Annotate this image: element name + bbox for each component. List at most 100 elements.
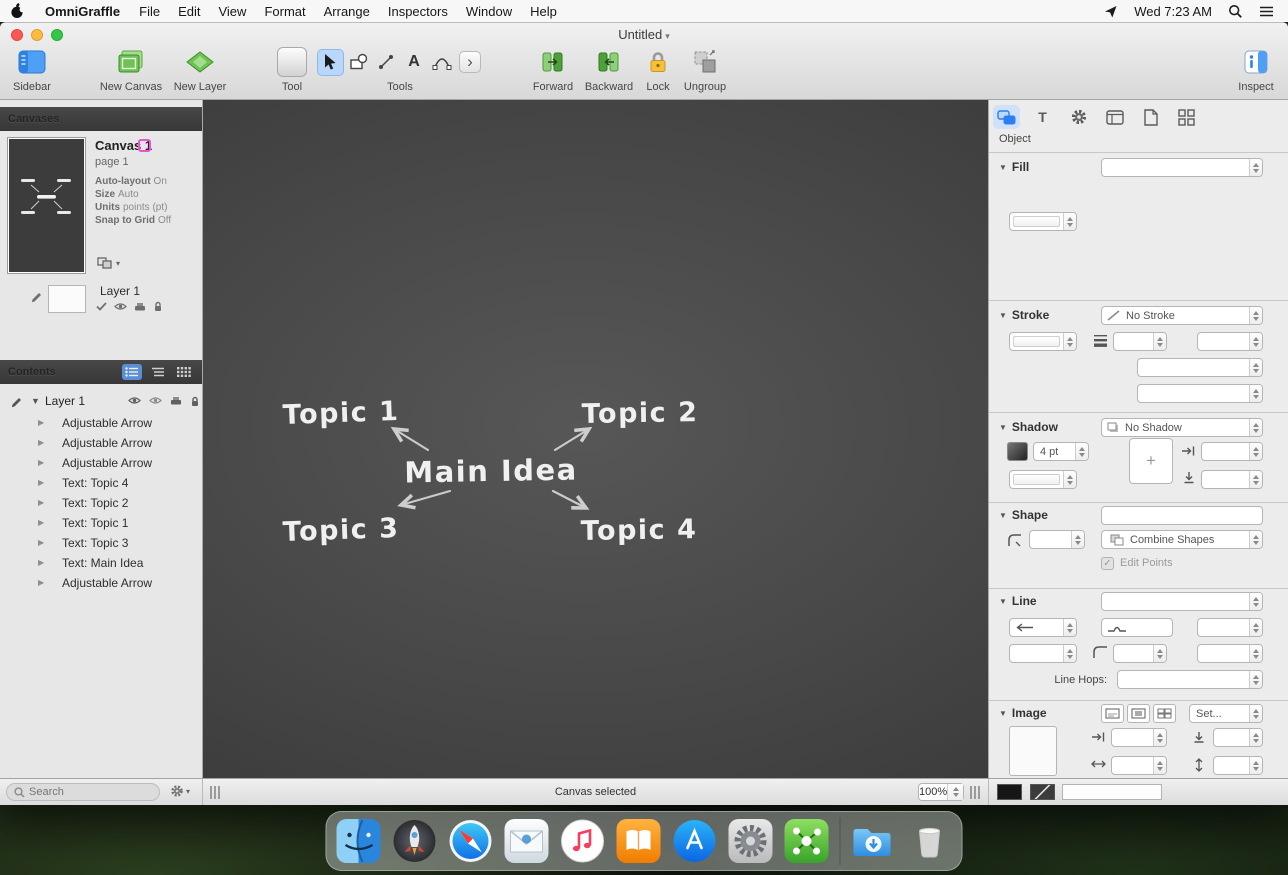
inspector-tab-stencils[interactable] [1173, 105, 1200, 129]
disclosure-closed-icon[interactable]: ▶ [38, 498, 44, 507]
stepper-icon[interactable] [1249, 419, 1262, 436]
sidebar-action-menu[interactable]: ▾ [170, 784, 190, 798]
stepper-icon[interactable] [1063, 471, 1076, 488]
contents-item[interactable]: ▶Adjustable Arrow [0, 413, 202, 433]
dock-trash-icon[interactable] [907, 818, 953, 864]
stepper-icon[interactable] [1153, 333, 1166, 350]
disclosure-closed-icon[interactable]: ▶ [38, 538, 44, 547]
node-topic4[interactable]: Topic 4 [580, 514, 697, 547]
stepper-icon[interactable] [1249, 705, 1262, 722]
line-hops-dropdown[interactable] [1117, 670, 1263, 689]
canvas-thumbnail[interactable] [8, 138, 85, 273]
app-menu-omnigraffle[interactable]: OmniGraffle [37, 4, 128, 19]
stepper-icon[interactable] [1075, 443, 1088, 460]
node-topic1[interactable]: Topic 1 [282, 396, 400, 431]
text-tool-button[interactable]: A [401, 49, 428, 76]
connector-arrow-topic4[interactable] [553, 491, 586, 508]
printer-icon[interactable] [170, 396, 182, 406]
line-type-dropdown[interactable] [1101, 592, 1263, 611]
shadow-blur-field[interactable]: 4 pt [1033, 442, 1089, 461]
contents-item[interactable]: ▶Text: Topic 3 [0, 533, 202, 553]
stepper-icon[interactable] [947, 784, 963, 800]
stepper-icon[interactable] [1063, 645, 1076, 662]
checkmark-icon[interactable] [96, 302, 107, 311]
combine-shapes-dropdown[interactable]: Combine Shapes [1101, 530, 1263, 549]
fill-section-header[interactable]: ▼Fill [999, 158, 1029, 176]
dock-music-icon[interactable] [560, 818, 606, 864]
title-chevron-icon[interactable]: ▾ [665, 31, 670, 41]
drawing-canvas[interactable]: Topic 1 Topic 2 Main Idea Topic 3 Topic … [203, 100, 988, 778]
shadow-section-header[interactable]: ▼Shadow [999, 418, 1058, 436]
disclosure-open-icon[interactable]: ▼ [31, 396, 40, 406]
shape-tool-button[interactable] [345, 49, 372, 76]
ungroup-button[interactable]: Ungroup [680, 46, 730, 93]
backward-button[interactable]: Backward [582, 46, 636, 93]
image-section-header[interactable]: ▼Image [999, 704, 1047, 722]
dock-books-icon[interactable] [616, 818, 662, 864]
menu-inspectors[interactable]: Inspectors [379, 4, 457, 19]
node-topic3[interactable]: Topic 3 [282, 513, 400, 548]
inspect-button[interactable]: Inspect [1232, 46, 1280, 93]
connector-arrow-topic3[interactable] [401, 491, 450, 505]
dock-app-store-icon[interactable] [672, 818, 718, 864]
stepper-icon[interactable] [1249, 471, 1262, 488]
disclosure-closed-icon[interactable]: ▶ [38, 438, 44, 447]
new-layer-button[interactable]: New Layer [170, 46, 230, 93]
eye-icon[interactable] [149, 396, 162, 405]
line-style-dropdown[interactable] [1009, 644, 1077, 663]
disclosure-closed-icon[interactable]: ▶ [38, 558, 44, 567]
new-canvas-button[interactable]: New Canvas [94, 46, 168, 93]
line-start-dropdown[interactable] [1009, 618, 1077, 637]
inspector-tab-type[interactable]: T [1029, 105, 1056, 129]
dock-downloads-icon[interactable] [851, 818, 897, 864]
dock-omnigraffle-icon[interactable] [784, 818, 830, 864]
connector-arrow-topic2[interactable] [555, 429, 589, 450]
shadow-offset-x-field[interactable] [1201, 442, 1263, 461]
image-width-field[interactable] [1111, 756, 1167, 775]
sidebar-toggle-button[interactable]: Sidebar [8, 46, 56, 93]
stroke-section-header[interactable]: ▼Stroke [999, 306, 1049, 324]
inspector-tab-document[interactable] [1137, 105, 1164, 129]
menu-help[interactable]: Help [521, 4, 566, 19]
node-topic2[interactable]: Topic 2 [581, 397, 698, 430]
contents-item[interactable]: ▶Adjustable Arrow [0, 433, 202, 453]
disclosure-closed-icon[interactable]: ▶ [38, 518, 44, 527]
line-length-field[interactable] [1197, 644, 1263, 663]
disclosure-closed-icon[interactable]: ▶ [38, 478, 44, 487]
stepper-icon[interactable] [1249, 645, 1262, 662]
fill-type-dropdown[interactable] [1101, 158, 1263, 177]
selection-tool-button[interactable] [317, 49, 344, 76]
inspector-tab-canvas[interactable] [1101, 105, 1128, 129]
image-offset-x-field[interactable] [1111, 728, 1167, 747]
stroke-pattern-dropdown[interactable] [1137, 358, 1263, 377]
zoom-control[interactable]: 100% [918, 783, 964, 801]
stroke-swatch[interactable] [1030, 784, 1055, 800]
menu-arrange[interactable]: Arrange [315, 4, 379, 19]
shadow-color-well[interactable] [1009, 470, 1077, 489]
eye-icon[interactable] [128, 396, 141, 405]
splitter-handle[interactable] [970, 786, 981, 799]
image-well[interactable] [1009, 726, 1057, 776]
edit-points-checkbox[interactable]: ✓ [1101, 557, 1114, 570]
notification-center-icon[interactable] [1259, 5, 1274, 18]
menu-view[interactable]: View [209, 4, 255, 19]
style-tray[interactable] [1062, 784, 1162, 800]
dock-safari-icon[interactable] [448, 818, 494, 864]
tool-button[interactable]: Tool [268, 46, 316, 93]
menu-window[interactable]: Window [457, 4, 521, 19]
image-offset-y-field[interactable] [1213, 728, 1263, 747]
spotlight-icon[interactable] [1228, 4, 1243, 19]
fill-swatch[interactable] [997, 784, 1022, 800]
dock-system-preferences-icon[interactable] [728, 818, 774, 864]
contents-item[interactable]: ▶Text: Topic 1 [0, 513, 202, 533]
eye-icon[interactable] [114, 302, 127, 311]
contents-item[interactable]: ▶Adjustable Arrow [0, 453, 202, 473]
dock-mail-icon[interactable] [504, 818, 550, 864]
padlock-icon[interactable] [190, 396, 200, 407]
canvas-options-dropdown[interactable]: ▾ [97, 257, 120, 269]
image-stretch-button[interactable] [1127, 704, 1150, 723]
sidebar-search-field[interactable] [6, 783, 160, 801]
stepper-icon[interactable] [1153, 645, 1166, 662]
stepper-icon[interactable] [1249, 307, 1262, 324]
dock-finder-icon[interactable] [336, 818, 382, 864]
